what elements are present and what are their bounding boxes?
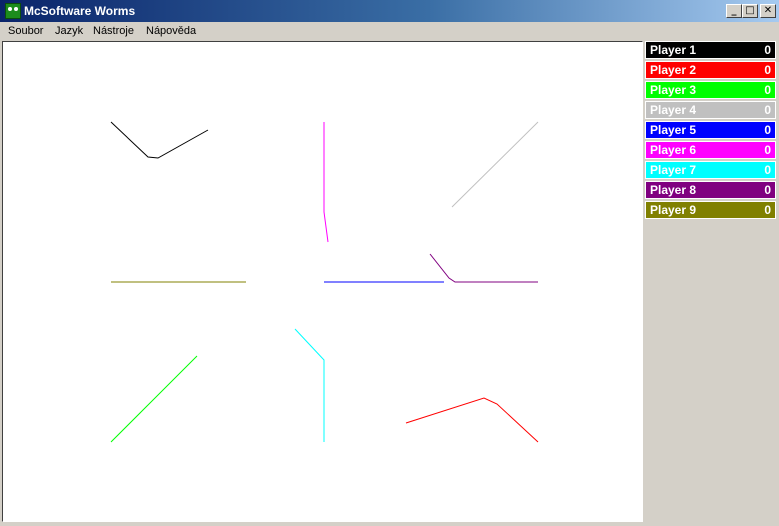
menu-bar: Soubor Jazyk Nástroje Nápověda (0, 22, 779, 40)
player-name: Player 3 (650, 83, 697, 97)
player-name: Player 1 (650, 43, 697, 57)
score-row-player-2: Player 2 0 (645, 61, 776, 79)
player-score: 0 (764, 43, 771, 57)
player-name: Player 5 (650, 123, 697, 137)
menu-soubor[interactable]: Soubor (8, 25, 43, 37)
score-row-player-9: Player 9 0 (645, 201, 776, 219)
worm-trail-player-6 (323, 122, 329, 243)
player-name: Player 2 (650, 63, 697, 77)
player-name: Player 7 (650, 163, 697, 177)
worm-trail-player-2 (405, 397, 539, 443)
worm-trail-player-8 (429, 253, 538, 283)
player-name: Player 4 (650, 103, 697, 117)
close-button[interactable]: ✕ (760, 4, 776, 18)
menu-nastroje[interactable]: Nástroje (93, 25, 134, 37)
window-title: McSoftware Worms (24, 4, 136, 18)
minimize-button[interactable]: _ (726, 4, 742, 18)
title-bar[interactable]: McSoftware Worms _ □ ✕ (0, 0, 779, 22)
app-window: McSoftware Worms _ □ ✕ Soubor Jazyk Nást… (0, 0, 779, 526)
player-name: Player 8 (650, 183, 697, 197)
worm-trail-player-1 (110, 121, 209, 159)
player-score: 0 (764, 103, 771, 117)
player-name: Player 9 (650, 203, 697, 217)
maximize-button[interactable]: □ (742, 4, 758, 18)
score-row-player-5: Player 5 0 (645, 121, 776, 139)
player-score: 0 (764, 183, 771, 197)
score-row-player-1: Player 1 0 (645, 41, 776, 59)
game-playfield[interactable] (2, 41, 643, 522)
score-row-player-3: Player 3 0 (645, 81, 776, 99)
player-score: 0 (764, 143, 771, 157)
score-row-player-6: Player 6 0 (645, 141, 776, 159)
worm-trail-player-4 (451, 121, 539, 208)
worm-trail-player-7 (294, 328, 325, 442)
player-score: 0 (764, 203, 771, 217)
worm-trails (110, 121, 539, 443)
player-score: 0 (764, 123, 771, 137)
worm-app-icon[interactable] (5, 3, 21, 19)
score-row-player-7: Player 7 0 (645, 161, 776, 179)
player-score: 0 (764, 63, 771, 77)
menu-napoveda[interactable]: Nápověda (146, 25, 196, 37)
player-score: 0 (764, 83, 771, 97)
worm-trail-player-3 (110, 355, 198, 443)
player-name: Player 6 (650, 143, 697, 157)
menu-jazyk[interactable]: Jazyk (55, 25, 83, 37)
player-score: 0 (764, 163, 771, 177)
score-row-player-8: Player 8 0 (645, 181, 776, 199)
score-row-player-4: Player 4 0 (645, 101, 776, 119)
